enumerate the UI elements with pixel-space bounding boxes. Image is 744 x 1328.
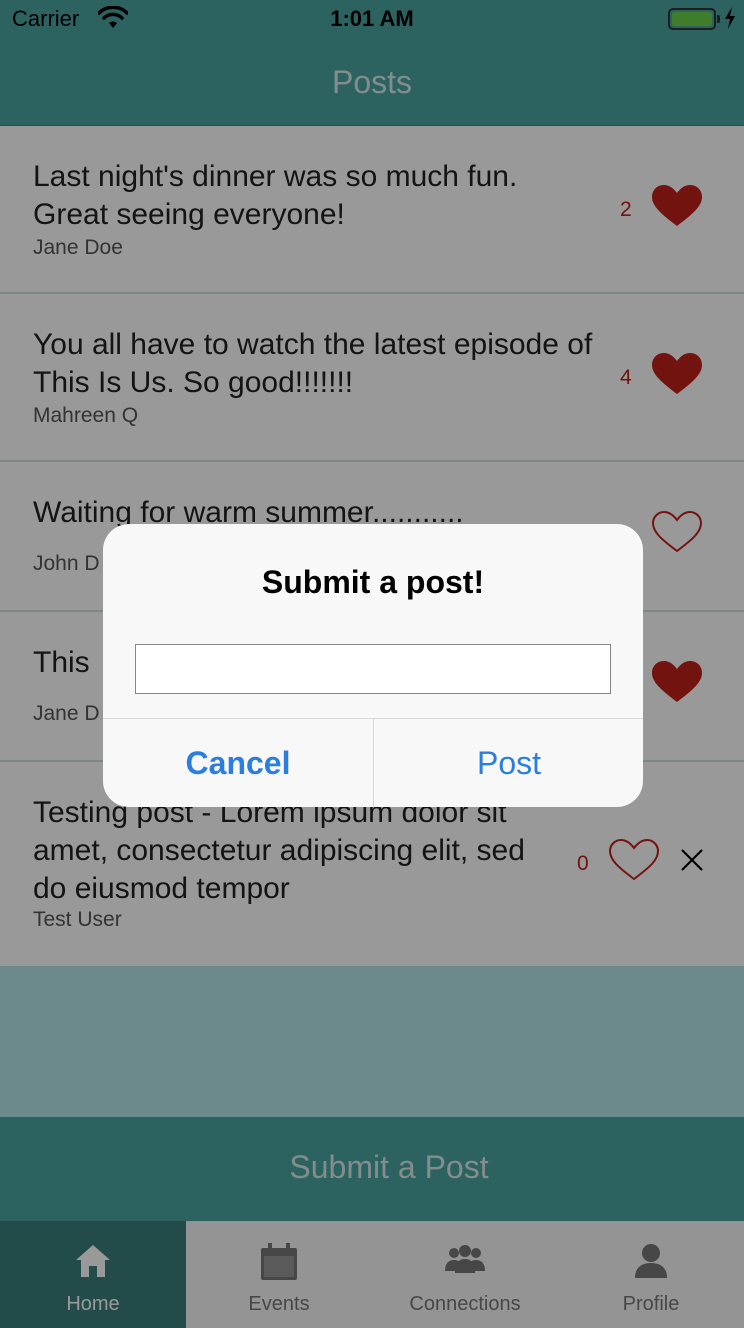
dialog-title: Submit a post! — [261, 564, 485, 600]
post-text-input[interactable] — [135, 644, 611, 694]
submit-post-dialog: Submit a post! Cancel Post — [103, 524, 643, 807]
post-button[interactable]: Post — [374, 719, 643, 807]
cancel-button[interactable]: Cancel — [103, 719, 373, 807]
